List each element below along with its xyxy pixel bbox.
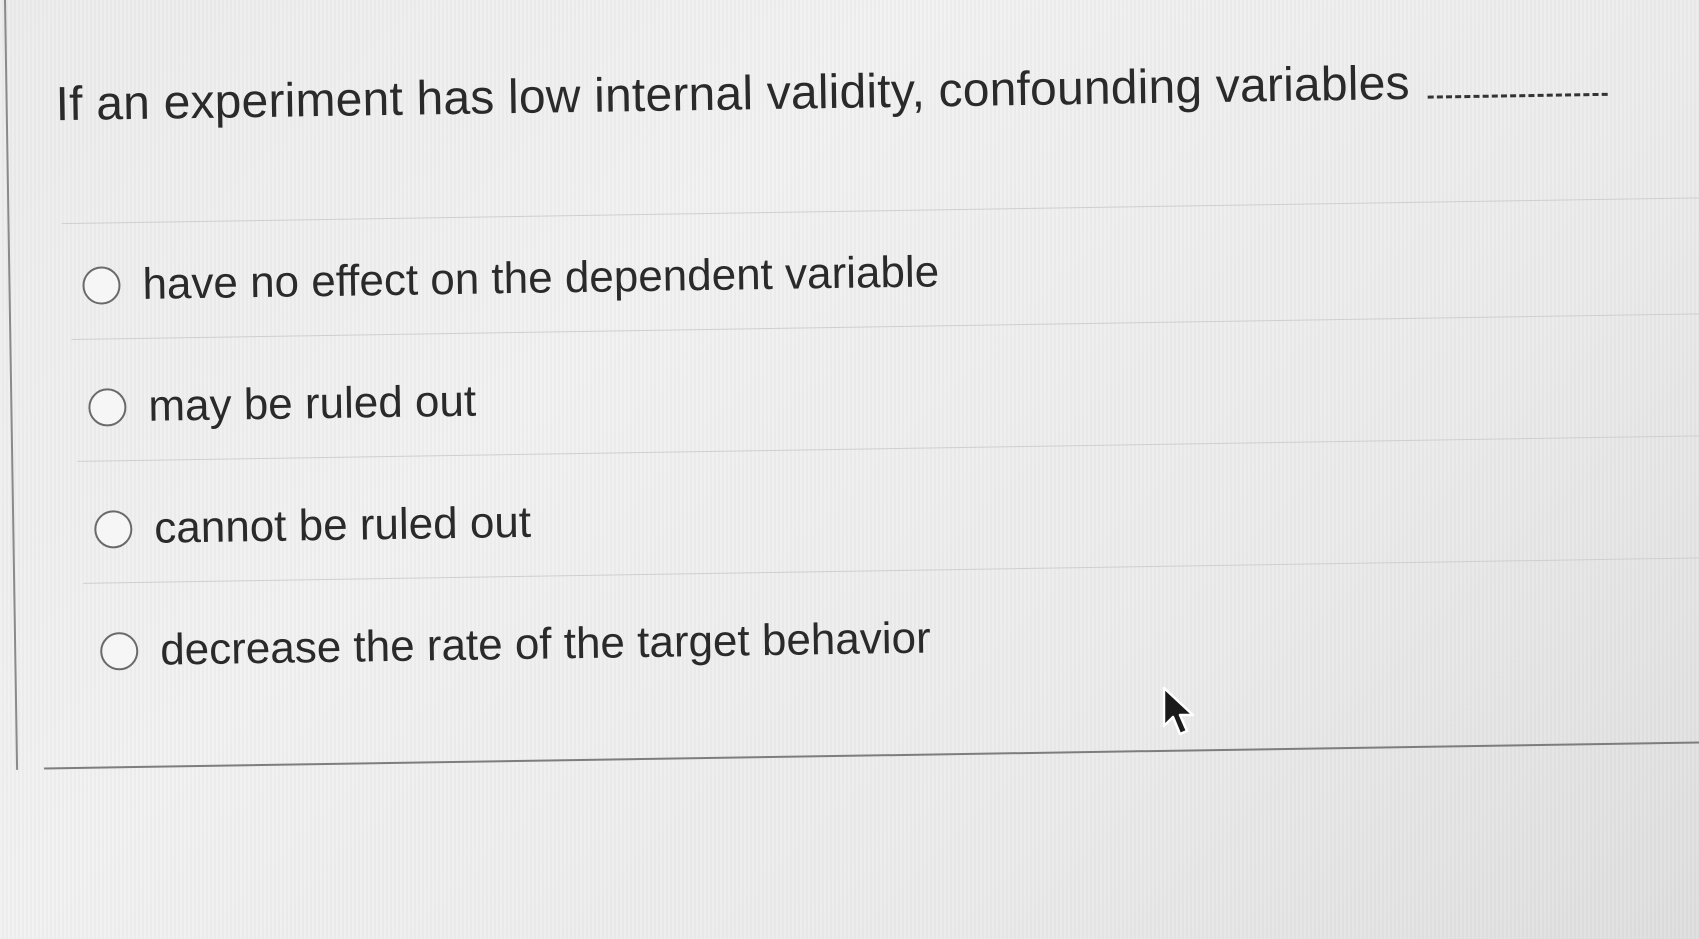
- option-may-be-ruled-out[interactable]: may be ruled out: [88, 377, 476, 433]
- option-cannot-be-ruled-out[interactable]: cannot be ruled out: [94, 498, 531, 555]
- mouse-pointer-icon: [1162, 686, 1195, 736]
- radio-unchecked-icon[interactable]: [88, 388, 127, 427]
- option-label: decrease the rate of the target behavior: [159, 613, 932, 675]
- question-prompt: If an experiment has low internal validi…: [55, 53, 1608, 132]
- radio-unchecked-icon[interactable]: [94, 510, 133, 549]
- divider: [61, 197, 1699, 225]
- divider: [71, 313, 1699, 340]
- radio-unchecked-icon[interactable]: [82, 266, 121, 305]
- answer-blank: [1427, 92, 1608, 99]
- divider: [77, 434, 1699, 462]
- option-label: have no effect on the dependent variable: [142, 247, 940, 309]
- divider: [83, 556, 1699, 584]
- question-card: If an experiment has low internal validi…: [4, 0, 1699, 770]
- option-label: cannot be ruled out: [153, 497, 532, 553]
- option-label: may be ruled out: [148, 376, 477, 431]
- question-text: If an experiment has low internal validi…: [55, 56, 1411, 132]
- screen: If an experiment has low internal validi…: [0, 0, 1699, 939]
- option-have-no-effect[interactable]: have no effect on the dependent variable: [82, 247, 939, 310]
- card-bottom-border: [44, 740, 1699, 770]
- radio-unchecked-icon[interactable]: [99, 631, 139, 671]
- option-decrease-rate[interactable]: decrease the rate of the target behavior: [99, 613, 932, 677]
